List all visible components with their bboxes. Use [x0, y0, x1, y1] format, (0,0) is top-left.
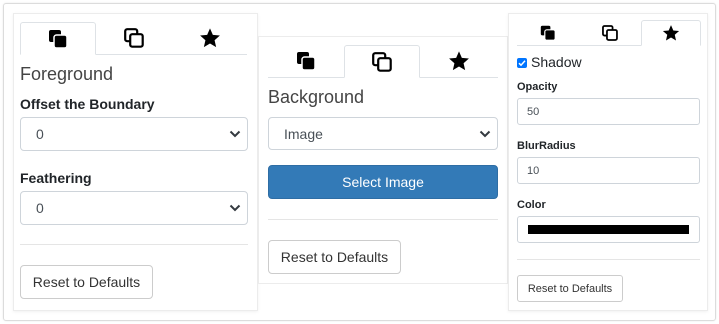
chevron-down-icon: [229, 204, 241, 212]
background-panel: Background Image Select Image Reset to D…: [258, 36, 508, 284]
background-heading: Background: [268, 87, 365, 107]
offset-boundary-select[interactable]: 0: [20, 117, 248, 151]
blur-radius-input[interactable]: 10: [517, 157, 700, 184]
tab-bar: [268, 45, 498, 78]
reset-defaults-button[interactable]: Reset to Defaults: [517, 275, 623, 302]
background-type-select[interactable]: Image: [268, 117, 498, 150]
feathering-select[interactable]: 0: [20, 191, 248, 225]
reset-defaults-button[interactable]: Reset to Defaults: [268, 240, 401, 274]
feathering-label: Feathering: [20, 170, 92, 186]
background-layers-icon: [124, 28, 144, 48]
shadow-checkbox[interactable]: [517, 58, 527, 68]
offset-boundary-label: Offset the Boundary: [20, 96, 155, 112]
check-icon: [518, 60, 526, 67]
opacity-label: Opacity: [517, 81, 558, 93]
tab-bar: [20, 22, 247, 55]
tab-foreground[interactable]: [268, 45, 344, 77]
background-layers-icon: [602, 24, 618, 41]
foreground-layers-icon: [297, 52, 316, 71]
shadow-label: Shadow: [531, 54, 582, 70]
foreground-panel: Foreground Offset the Boundary 0 Feather…: [13, 13, 258, 311]
opacity-input[interactable]: 50: [517, 98, 700, 125]
star-icon: [662, 25, 680, 41]
color-swatch: [528, 225, 689, 234]
select-image-button[interactable]: Select Image: [268, 165, 498, 199]
foreground-layers-icon: [540, 25, 556, 41]
color-label: Color: [517, 199, 546, 211]
tab-effects[interactable]: [420, 45, 498, 77]
blur-radius-label: BlurRadius: [517, 140, 576, 152]
star-icon: [200, 28, 220, 48]
offset-boundary-value: 0: [36, 126, 44, 142]
star-icon: [449, 51, 469, 71]
divider: [268, 219, 498, 220]
tab-effects[interactable]: [172, 22, 248, 54]
chevron-down-icon: [229, 130, 241, 138]
foreground-heading: Foreground: [20, 64, 114, 84]
reset-defaults-button[interactable]: Reset to Defaults: [20, 265, 153, 299]
divider: [20, 244, 248, 245]
tab-effects[interactable]: [641, 20, 701, 46]
effects-panel: Shadow Opacity 50 BlurRadius 10 Color Re…: [508, 13, 708, 311]
tab-background[interactable]: [344, 45, 420, 78]
tab-foreground[interactable]: [20, 22, 96, 55]
foreground-layers-icon: [49, 29, 68, 49]
background-layers-icon: [372, 51, 392, 72]
background-type-value: Image: [284, 125, 323, 142]
chevron-down-icon: [479, 130, 491, 137]
feathering-value: 0: [36, 200, 44, 216]
tab-bar: [517, 20, 701, 46]
tab-foreground[interactable]: [517, 20, 579, 45]
color-picker[interactable]: [517, 216, 700, 243]
divider: [517, 259, 700, 260]
tab-background[interactable]: [96, 22, 172, 54]
tab-background[interactable]: [579, 20, 641, 45]
